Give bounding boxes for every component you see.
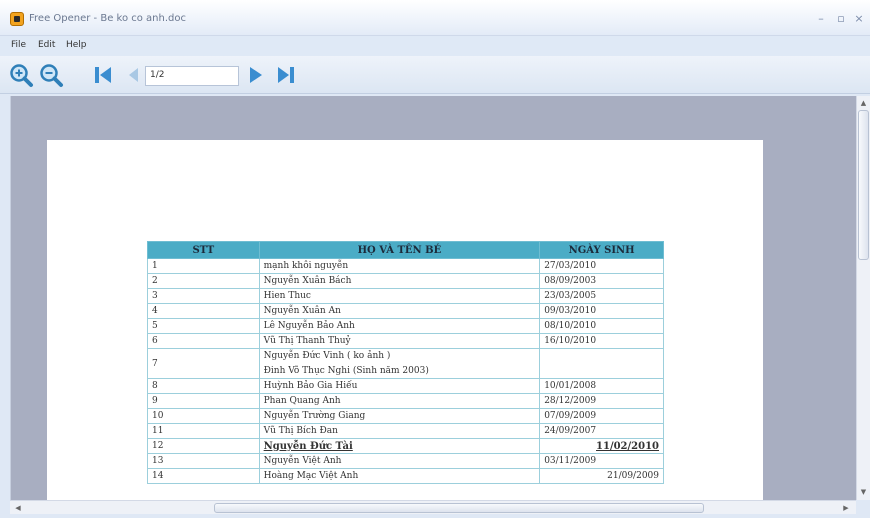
cell-stt: 13 — [147, 453, 260, 469]
cell-name: mạnh khôi nguyễn — [258, 258, 541, 274]
table-row: 1 mạnh khôi nguyễn 27/03/2010 — [147, 258, 664, 274]
cell-birthdate: 27/03/2010 — [539, 258, 664, 274]
vertical-scroll-thumb[interactable] — [858, 110, 869, 260]
cell-name: Phan Quang Anh — [258, 393, 541, 409]
header-birthdate: NGÀY SINH — [539, 241, 664, 259]
cell-stt: 9 — [147, 393, 260, 409]
cell-birthdate: 07/09/2009 — [539, 408, 664, 424]
cell-stt: 3 — [147, 288, 260, 304]
menu-help[interactable]: Help — [66, 40, 87, 50]
cell-stt: 11 — [147, 423, 260, 439]
table-row: 7 Nguyễn Đức Vinh ( ko ảnh ) — [147, 348, 664, 379]
close-button[interactable]: × — [852, 12, 866, 26]
table-row: 10 Nguyễn Trường Giang 07/09/2009 — [147, 408, 664, 424]
table-row: 3 Hien Thuc 23/03/2005 — [147, 288, 664, 304]
scroll-down-arrow-icon[interactable]: ▼ — [857, 486, 870, 498]
table-row: 8 Huỳnh Bảo Gia Hiếu 10/01/2008 — [147, 378, 664, 394]
document-viewport[interactable]: STT HỌ VÀ TÊN BÉ NGÀY SINH 1 mạnh khôi n… — [10, 96, 856, 500]
cell-name: Vũ Thị Bích Đan — [258, 423, 541, 439]
maximize-button[interactable]: ▫ — [834, 12, 848, 26]
table-row: 6 Vũ Thị Thanh Thuỷ 16/10/2010 — [147, 333, 664, 349]
header-stt: STT — [147, 241, 260, 259]
cell-stt: 5 — [147, 318, 260, 334]
app-icon — [10, 12, 24, 26]
cell-name: Nguyễn Xuân Bách — [258, 273, 541, 289]
cell-name: Huỳnh Bảo Gia Hiếu — [258, 378, 541, 394]
horizontal-scrollbar[interactable]: ◀ ▶ — [10, 500, 856, 514]
cell-stt: 8 — [147, 378, 260, 394]
cell-stt: 1 — [147, 258, 260, 274]
cell-birthdate: 10/01/2008 — [539, 378, 664, 394]
cell-birthdate: 03/11/2009 — [539, 453, 664, 469]
cell-stt: 10 — [147, 408, 260, 424]
cell-stt: 2 — [147, 273, 260, 289]
cell-stt: 6 — [147, 333, 260, 349]
table-row: 12 Nguyễn Đức Tài 11/02/2010 — [147, 438, 664, 454]
scroll-left-arrow-icon[interactable]: ◀ — [12, 502, 24, 514]
cell-stt: 4 — [147, 303, 260, 319]
cell-name: Hoàng Mạc Việt Anh — [258, 468, 541, 484]
horizontal-scroll-thumb[interactable] — [214, 503, 704, 513]
table-row: 13 Nguyễn Việt Anh 03/11/2009 — [147, 453, 664, 469]
scroll-right-arrow-icon[interactable]: ▶ — [840, 502, 852, 514]
table-row: 5 Lê Nguyễn Bảo Anh 08/10/2010 — [147, 318, 664, 334]
table-row: 11 Vũ Thị Bích Đan 24/09/2007 — [147, 423, 664, 439]
first-page-icon[interactable] — [90, 62, 116, 88]
cell-stt: 12 — [147, 438, 260, 454]
next-page-icon[interactable] — [243, 62, 269, 88]
table-header-row: STT HỌ VÀ TÊN BÉ NGÀY SINH — [147, 241, 664, 259]
table-row: 9 Phan Quang Anh 28/12/2009 — [147, 393, 664, 409]
document-page: STT HỌ VÀ TÊN BÉ NGÀY SINH 1 mạnh khôi n… — [47, 140, 763, 500]
cell-birthdate: 08/09/2003 — [539, 273, 664, 289]
cell-birthdate: 16/10/2010 — [539, 333, 664, 349]
zoom-out-icon[interactable] — [38, 62, 64, 88]
scroll-up-arrow-icon[interactable]: ▲ — [857, 97, 870, 109]
title-bar: Free Opener - Be ko co anh.doc – ▫ × — [0, 0, 870, 36]
cell-birthdate: 11/02/2010 — [539, 438, 664, 454]
cell-name: Vũ Thị Thanh Thuỷ — [258, 333, 541, 349]
cell-name: Nguyễn Xuân An — [258, 303, 541, 319]
cell-birthdate: 08/10/2010 — [539, 318, 664, 334]
cell-birthdate: 09/03/2010 — [539, 303, 664, 319]
previous-page-icon[interactable] — [120, 62, 146, 88]
cell-name: Lê Nguyễn Bảo Anh — [258, 318, 541, 334]
last-page-icon[interactable] — [273, 62, 299, 88]
cell-birthdate: 28/12/2009 — [539, 393, 664, 409]
toolbar: 1/2 — [0, 56, 870, 94]
cell-name: Hien Thuc — [258, 288, 541, 304]
cell-birthdate — [539, 348, 664, 379]
menu-edit[interactable]: Edit — [38, 40, 55, 50]
cell-name: Nguyễn Việt Anh — [258, 453, 541, 469]
cell-name: Đinh Võ Thục Nghi (Sinh năm 2003) — [258, 363, 541, 379]
header-name: HỌ VÀ TÊN BÉ — [258, 241, 541, 259]
cell-name: Nguyễn Đức Tài — [258, 438, 541, 454]
cell-name: Nguyễn Trường Giang — [258, 408, 541, 424]
cell-birthdate: 23/03/2005 — [539, 288, 664, 304]
menu-bar: File Edit Help — [0, 36, 870, 56]
table-row: 14 Hoàng Mạc Việt Anh 21/09/2009 — [147, 468, 664, 484]
vertical-scrollbar[interactable]: ▲ ▼ — [856, 96, 870, 500]
cell-stt: 7 — [147, 348, 260, 379]
cell-birthdate: 24/09/2007 — [539, 423, 664, 439]
page-number-field[interactable]: 1/2 — [145, 66, 239, 86]
cell-name: Nguyễn Đức Vinh ( ko ảnh ) — [258, 348, 541, 364]
table-row: 4 Nguyễn Xuân An 09/03/2010 — [147, 303, 664, 319]
window-title: Free Opener - Be ko co anh.doc — [29, 13, 187, 24]
zoom-in-icon[interactable] — [8, 62, 34, 88]
minimize-button[interactable]: – — [814, 12, 828, 26]
cell-birthdate: 21/09/2009 — [539, 468, 664, 484]
menu-file[interactable]: File — [11, 40, 26, 50]
children-table: STT HỌ VÀ TÊN BÉ NGÀY SINH 1 mạnh khôi n… — [147, 241, 664, 484]
cell-stt: 14 — [147, 468, 260, 484]
table-row: 2 Nguyễn Xuân Bách 08/09/2003 — [147, 273, 664, 289]
